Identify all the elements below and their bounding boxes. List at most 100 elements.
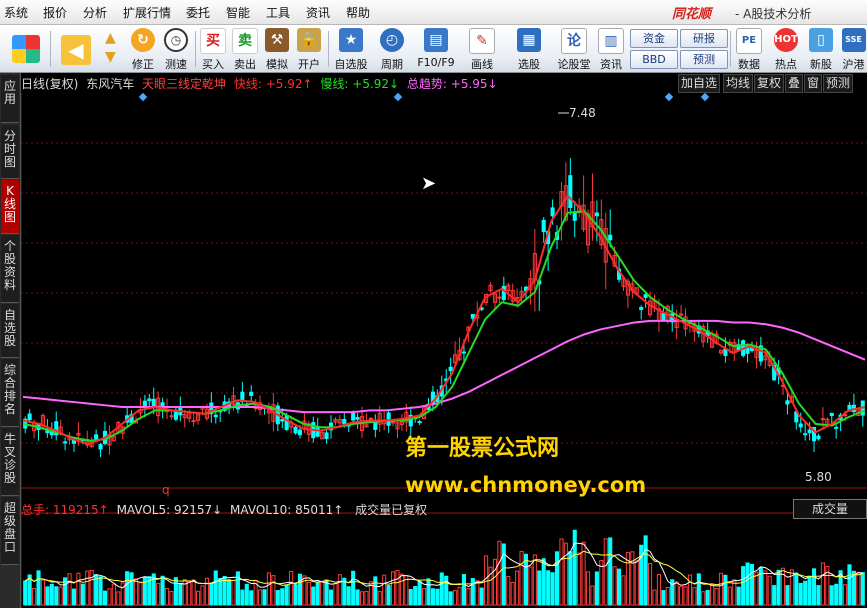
period-button[interactable]: ◴ 周期 [374, 27, 410, 71]
volume-bar [630, 551, 635, 606]
volume-bar [718, 572, 724, 606]
buy-button[interactable]: 买 买入 [198, 27, 228, 71]
simulate-button[interactable]: ⚒ 模拟 [262, 27, 292, 71]
volume-bar [200, 585, 205, 606]
volume-bar [656, 574, 661, 606]
menu-extended-market[interactable]: 扩展行情 [123, 4, 171, 21]
volume-bar [843, 584, 848, 606]
candle-body [284, 415, 289, 430]
hk-connect-button[interactable]: SSE 沪港 [840, 27, 867, 71]
side-tab-super-quote[interactable]: 超级盘口 [1, 497, 19, 565]
volume-indicator-button[interactable]: 成交量 [793, 499, 867, 519]
f10-button[interactable]: ▤ F10/F9 [414, 27, 458, 71]
volume-bar [262, 589, 267, 606]
candle-body [27, 413, 32, 421]
volume-bar [213, 570, 218, 606]
volume-bar [679, 586, 684, 606]
kline-chart-panel[interactable]: 日线(复权) 东风汽车 天眼三线定乾坤 快线: +5.92↑ 慢线: +5.92… [21, 73, 867, 608]
watchlist-button[interactable]: ★ 自选股 [332, 27, 370, 71]
candle-body [169, 415, 174, 418]
bbd-button[interactable]: BBD [630, 50, 678, 69]
volume-bar [541, 558, 546, 606]
side-tab-ranking[interactable]: 综合排名 [1, 359, 19, 427]
candle-body [147, 398, 152, 402]
correct-button[interactable]: ↻ 修正 [128, 27, 158, 71]
forecast-button[interactable]: 预测 [680, 50, 728, 69]
open-account-button[interactable]: 🔒 开户 [294, 27, 324, 71]
volume-bar [231, 579, 236, 606]
volume-bar [311, 586, 316, 606]
side-tab-intraday[interactable]: 分时图 [1, 125, 19, 179]
forum-button[interactable]: 论 论股堂 [554, 27, 594, 71]
volume-bar [324, 579, 329, 606]
watermark-url: www.chnmoney.com [405, 473, 647, 497]
candle-body [324, 432, 329, 440]
sell-button[interactable]: 卖 卖出 [230, 27, 260, 71]
candle-body [191, 420, 196, 423]
app-grid-button[interactable] [8, 27, 44, 71]
menu-tools[interactable]: 工具 [266, 4, 290, 21]
menu-help[interactable]: 帮助 [346, 4, 370, 21]
volume-bar [674, 581, 679, 606]
data-label: 数据 [738, 58, 760, 71]
volume-bar [519, 550, 524, 606]
volume-bar [484, 555, 489, 606]
volume-bar [218, 577, 223, 606]
menu-trade[interactable]: 委托 [186, 4, 210, 21]
menu-quote[interactable]: 报价 [43, 4, 67, 21]
candle-body [351, 412, 356, 421]
volume-bar [616, 568, 622, 606]
side-tab-kline[interactable]: K线图 [1, 180, 19, 234]
candle-body [829, 412, 834, 417]
menu-news[interactable]: 资讯 [306, 4, 330, 21]
speed-test-button[interactable]: ◷ 测速 [160, 27, 192, 71]
mavol10: MAVOL10: 85011↑ [230, 503, 344, 517]
volume-bar [692, 587, 697, 606]
new-stock-button[interactable]: ▯ 新股 [806, 27, 836, 71]
candle-body [643, 294, 648, 298]
menu-analysis[interactable]: 分析 [83, 4, 107, 21]
back-button[interactable]: ◀ [58, 27, 94, 71]
news-button[interactable]: ▥ 资讯 [596, 27, 626, 71]
menu-system[interactable]: 系统 [4, 4, 28, 21]
volume-bar [426, 578, 431, 606]
data-button[interactable]: PE 数据 [734, 27, 764, 71]
volume-bar [829, 585, 834, 606]
volume-bar [377, 591, 382, 606]
fund-flow-button[interactable]: 资金 [630, 29, 678, 48]
volume-bar [399, 573, 404, 606]
draw-line-button[interactable]: ✎ 画线 [462, 27, 502, 71]
candle-body [390, 421, 396, 424]
stock-picker-button[interactable]: ▦ 选股 [508, 27, 550, 71]
hot-button[interactable]: HOT 热点 [770, 27, 802, 71]
buy-icon: 买 [200, 28, 226, 54]
volume-bar [337, 574, 342, 606]
side-tab-apps[interactable]: 应用 [1, 75, 19, 123]
research-report-button[interactable]: 研报 [680, 29, 728, 48]
screen-chart-icon: ▦ [517, 28, 541, 52]
volume-bar [546, 570, 551, 606]
volume-bar [754, 571, 759, 606]
open-account-label: 开户 [298, 58, 320, 71]
low-price-label: 5.80 [805, 470, 832, 484]
volume-bar [209, 582, 214, 606]
up-down-button[interactable]: ▲ ▼ [100, 27, 126, 71]
candle-body [142, 400, 147, 407]
f10-window-icon: ▤ [424, 28, 448, 52]
side-tab-diagnosis[interactable]: 牛叉诊股 [1, 428, 19, 496]
candle-body [368, 417, 373, 420]
menu-smart[interactable]: 智能 [226, 4, 250, 21]
volume-bar [413, 585, 418, 606]
kline-svg[interactable]: 7.48 5.80 [21, 73, 867, 608]
side-tab-profile[interactable]: 个股资料 [1, 235, 19, 303]
volume-bar [811, 568, 817, 606]
speed-test-label: 测速 [165, 58, 187, 71]
volume-bar [227, 579, 232, 606]
volume-bar [727, 586, 732, 606]
volume-bar [701, 591, 706, 606]
volume-bar [572, 529, 577, 606]
volume-bar [612, 566, 617, 606]
volume-bar [85, 570, 90, 606]
side-tab-watchlist[interactable]: 自选股 [1, 304, 19, 358]
candle-body [798, 423, 803, 428]
